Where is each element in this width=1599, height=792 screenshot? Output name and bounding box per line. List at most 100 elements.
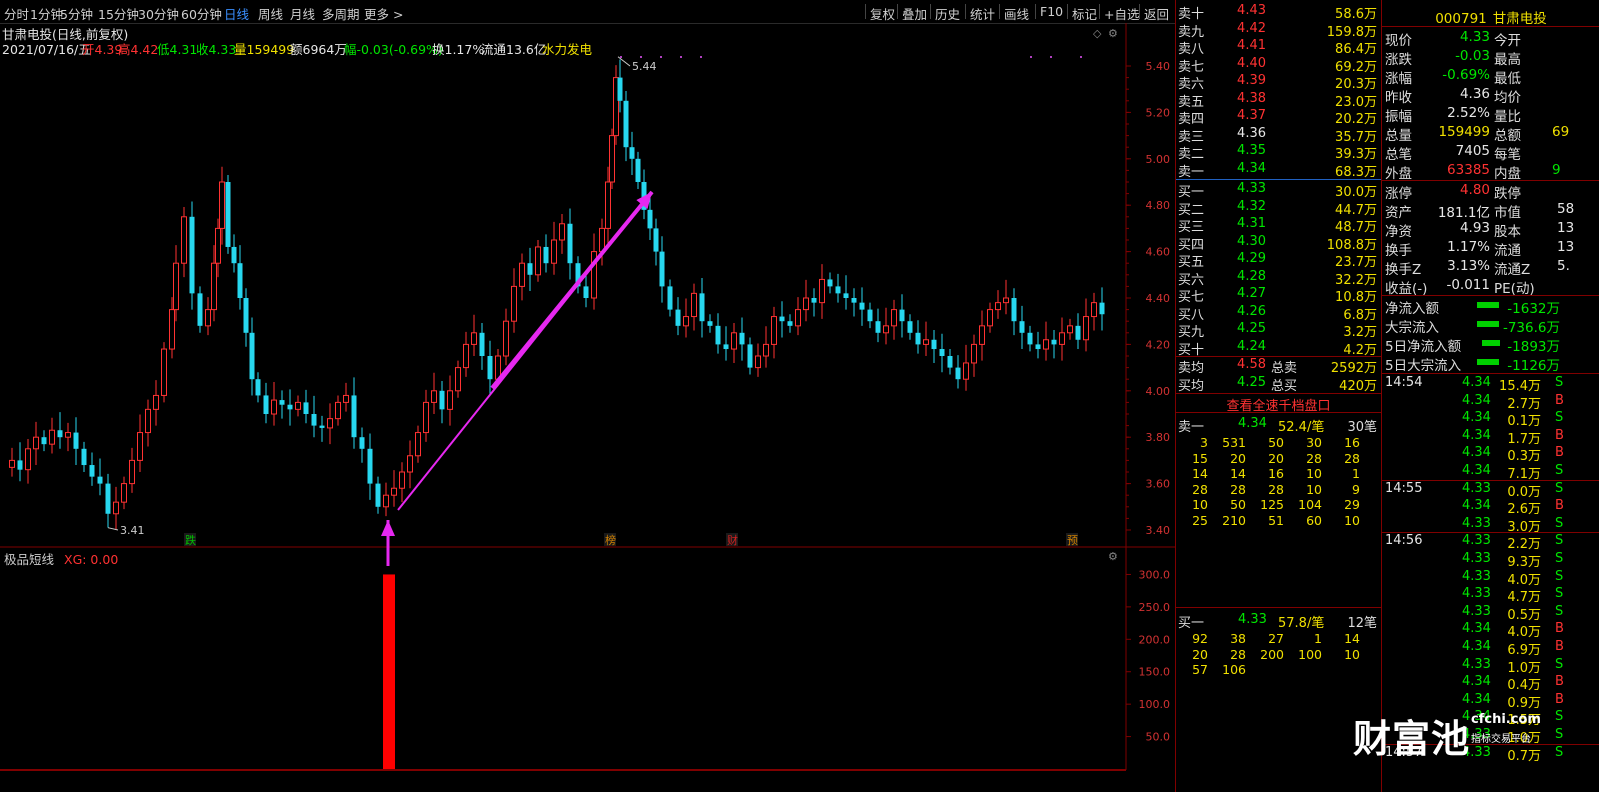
candle-body: [1011, 298, 1017, 322]
queue-count: 30笔: [1347, 420, 1377, 435]
quote-label: 换手Z: [1385, 262, 1422, 278]
candle-body: [739, 332, 745, 345]
price-axis-label: 3.60: [1146, 478, 1171, 491]
avg-label: 买均: [1178, 379, 1205, 394]
buy-level-7[interactable]: 买七 4.27 10.8万: [1176, 285, 1381, 305]
event-marker-1[interactable]: 榜: [605, 533, 616, 547]
tick-time: 14:54: [1385, 375, 1423, 390]
tick-row: 4.33 9.3万 S: [1382, 551, 1599, 570]
sell-level-3[interactable]: 卖三 4.36 35.7万: [1176, 125, 1381, 145]
candle-body: [699, 293, 705, 322]
ob-volume: 68.3万: [1335, 164, 1377, 180]
ob-price: 4.41: [1237, 38, 1266, 53]
quote-value: 181.1亿: [1437, 205, 1490, 221]
quote-row-2: 涨停 4.80 跌停: [1382, 181, 1599, 202]
candle-body: [479, 332, 485, 356]
signal-dot: [700, 56, 702, 58]
quote-value-2: 69: [1552, 124, 1570, 140]
sell-level-10[interactable]: 卖十 4.43 58.6万: [1176, 2, 1381, 22]
buy-level-8[interactable]: 买八 4.26 6.8万: [1176, 303, 1381, 323]
candle-body: [399, 471, 405, 489]
sell-level-1[interactable]: 卖一 4.34 68.3万: [1176, 160, 1381, 180]
quote-label-2: PE(动): [1494, 281, 1535, 297]
candle-body: [811, 298, 817, 303]
signal-dot: [660, 56, 662, 58]
candle-body: [471, 332, 477, 345]
queue-cell: 92: [1192, 631, 1208, 646]
event-marker-0[interactable]: 跌: [185, 533, 196, 547]
quote-label-2: 跌停: [1494, 186, 1521, 202]
sell-level-8[interactable]: 卖八 4.41 86.4万: [1176, 37, 1381, 57]
buy-avg-row: 买均 4.25 总买 420万: [1176, 374, 1381, 394]
queue-cell: 3: [1200, 435, 1208, 450]
event-marker-2[interactable]: 财: [727, 533, 738, 547]
queue-header: 买一 4.33 57.8/笔 12笔: [1176, 611, 1381, 631]
sell-level-2[interactable]: 卖二 4.35 39.3万: [1176, 142, 1381, 162]
tick-price: 4.34: [1462, 639, 1491, 654]
price-axis-label: 4.60: [1146, 246, 1171, 259]
candle-body: [715, 325, 721, 345]
queue-cell: 29: [1344, 497, 1360, 512]
tick-row: 4.34 0.9万 B: [1382, 692, 1599, 711]
quote-label: 总笔: [1385, 147, 1412, 163]
annotation-arrow-head: [381, 520, 395, 536]
sell-level-5[interactable]: 卖五 4.38 23.0万: [1176, 90, 1381, 110]
candle-body: [503, 320, 509, 357]
queue-label: 卖一: [1178, 420, 1205, 435]
indicator-axis-label: 300.0: [1139, 568, 1171, 581]
tick-price: 4.33: [1462, 480, 1491, 496]
indicator-settings-icon[interactable]: ⚙: [1108, 550, 1118, 563]
candle-body: [287, 404, 293, 410]
ob-price: 4.33: [1237, 181, 1266, 196]
buy-level-6[interactable]: 买六 4.28 32.2万: [1176, 268, 1381, 288]
chart-diamond-icon[interactable]: ◇: [1093, 27, 1102, 40]
queue-cell: 51: [1268, 512, 1284, 528]
buy-level-2[interactable]: 买二 4.32 44.7万: [1176, 198, 1381, 218]
candle-body: [511, 285, 517, 322]
sell-level-4[interactable]: 卖四 4.37 20.2万: [1176, 107, 1381, 127]
sell-level-7[interactable]: 卖七 4.40 69.2万: [1176, 55, 1381, 75]
candle-body: [527, 263, 533, 275]
buy-level-9[interactable]: 买九 4.25 3.2万: [1176, 320, 1381, 340]
price-axis-label: 5.20: [1146, 106, 1171, 119]
fund-flow-row: 5日大宗流入 -1126万: [1382, 353, 1599, 374]
fund-flow-row: 大宗流入 -736.6万: [1382, 315, 1599, 336]
tick-volume: 4.0万: [1507, 572, 1541, 588]
buy-level-10[interactable]: 买十 4.24 4.2万: [1176, 338, 1381, 358]
sell-level-9[interactable]: 卖九 4.42 159.8万: [1176, 20, 1381, 40]
buy-level-1[interactable]: 买一 4.33 30.0万: [1176, 180, 1381, 200]
sell-avg-row: 卖均 4.58 总卖 2592万: [1176, 356, 1381, 376]
queue-cell: 16: [1344, 435, 1360, 450]
quote-row: 总量 159499 总额 69: [1382, 123, 1599, 144]
price-axis-label: 4.00: [1146, 385, 1171, 398]
sell-level-6[interactable]: 卖六 4.39 20.3万: [1176, 72, 1381, 92]
quote-label-2: 内盘: [1494, 166, 1521, 182]
candle-body: [243, 298, 249, 333]
event-marker-3[interactable]: 预: [1067, 534, 1078, 547]
candle-body: [487, 356, 493, 380]
candle-body: [567, 223, 573, 264]
tick-side: S: [1555, 480, 1564, 496]
buy-level-5[interactable]: 买五 4.29 23.7万: [1176, 250, 1381, 270]
quote-row: 现价 4.33 今开: [1382, 28, 1599, 49]
kline-chart[interactable]: 5.40 5.20 5.00 4.80 4.60 4.40 4.20 4.00 3.80 3.60…: [0, 0, 1175, 792]
candle-body: [859, 302, 865, 310]
tick-price: 4.34: [1462, 674, 1491, 690]
tick-price: 4.33: [1462, 586, 1491, 602]
buy-level-3[interactable]: 买三 4.31 48.7万: [1176, 215, 1381, 235]
buy-level-4[interactable]: 买四 4.30 108.8万: [1176, 233, 1381, 253]
candle-body: [747, 344, 753, 368]
candle-body: [439, 390, 445, 410]
quote-divider: [1382, 26, 1599, 27]
candle-body: [779, 316, 785, 322]
candle-body: [819, 278, 825, 304]
tick-row: 4.34 2.7万 B: [1382, 393, 1599, 412]
candle-body: [359, 437, 365, 449]
quote-row: 涨幅 -0.69% 最低: [1382, 66, 1599, 87]
ob-price: 4.26: [1237, 303, 1266, 319]
queue-price: 4.34: [1238, 416, 1267, 431]
tick-price: 4.34: [1462, 410, 1491, 426]
chart-settings-icon[interactable]: ⚙: [1108, 27, 1118, 40]
signal-dot: [620, 56, 622, 58]
candle-body: [81, 448, 87, 466]
